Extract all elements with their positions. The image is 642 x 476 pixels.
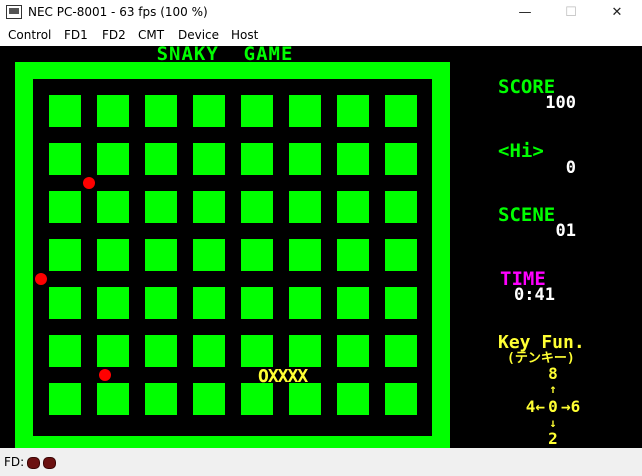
green-block [97,191,129,223]
green-block [145,95,177,127]
green-block [337,335,369,367]
green-block [289,95,321,127]
tenkey-label: (テンキー) [507,351,575,366]
green-block [145,287,177,319]
score-value: 100 [545,93,576,113]
green-block [289,383,321,415]
green-block [241,383,273,415]
menu-cmt[interactable]: CMT [138,28,164,42]
green-block [97,383,129,415]
title-bar[interactable]: NEC PC-8001 - 63 fps (100 %) — ☐ ✕ [0,0,642,26]
green-block [97,239,129,271]
green-block [97,287,129,319]
fd1-led-icon [27,457,40,469]
green-block [241,335,273,367]
green-block [385,239,417,271]
playfield [33,79,432,446]
green-block [385,191,417,223]
red-dot [35,273,47,285]
green-block [241,95,273,127]
green-block [193,239,225,271]
time-value: 0:41 [514,285,555,305]
status-bar: FD: [0,448,642,476]
green-block [97,335,129,367]
green-block [49,335,81,367]
fd2-led-icon [43,457,56,469]
green-block [289,191,321,223]
green-block [49,239,81,271]
green-block [337,191,369,223]
green-block [241,239,273,271]
green-block [145,335,177,367]
scene-label: SCENE [498,204,555,226]
green-block [385,287,417,319]
emulator-screen[interactable]: SNAKY GAME OXXXX SCORE 100 <Hi> 0 SCENE … [0,46,642,448]
green-block [385,143,417,175]
green-block [145,383,177,415]
green-block [145,143,177,175]
hi-value: 0 [566,158,576,178]
scene-value: 01 [556,221,576,241]
key-up: 8 [548,364,558,383]
green-block [49,95,81,127]
menu-control[interactable]: Control [8,28,51,42]
key-down: 2 [548,429,558,448]
menu-device[interactable]: Device [178,28,219,42]
app-icon [6,5,22,19]
emulator-window: NEC PC-8001 - 63 fps (100 %) — ☐ ✕ Contr… [0,0,642,476]
green-block [337,95,369,127]
key-right: →6 [561,397,580,416]
green-block [49,143,81,175]
green-block [241,191,273,223]
fd-label: FD: [4,455,25,469]
green-block [241,143,273,175]
green-block [49,191,81,223]
green-block [337,383,369,415]
red-dot [99,369,111,381]
green-block [193,95,225,127]
red-dot [83,177,95,189]
green-block [241,287,273,319]
green-block [193,143,225,175]
green-block [97,143,129,175]
green-block [385,383,417,415]
green-block [337,143,369,175]
green-block [145,239,177,271]
green-block [337,287,369,319]
green-block [193,191,225,223]
green-block [289,239,321,271]
green-block [385,335,417,367]
window-title: NEC PC-8001 - 63 fps (100 %) [28,5,208,19]
snake: OXXXX [258,366,308,387]
green-block [385,95,417,127]
green-block [97,95,129,127]
arrow-up-icon: ↑ [549,382,556,396]
hi-label: <Hi> [498,140,544,162]
minimize-button[interactable]: — [502,0,548,26]
green-block [49,383,81,415]
green-block [337,239,369,271]
arrow-down-icon: ↓ [549,416,556,430]
maximize-button[interactable]: ☐ [548,0,594,26]
keyfun-label: Key Fun. [498,332,585,353]
key-center: 0 [548,397,558,416]
menu-host[interactable]: Host [231,28,258,42]
menu-fd1[interactable]: FD1 [64,28,88,42]
game-canvas: SNAKY GAME OXXXX SCORE 100 <Hi> 0 SCENE … [15,46,585,448]
close-button[interactable]: ✕ [594,0,640,26]
playfield-bottom-border [15,436,450,448]
menu-fd2[interactable]: FD2 [102,28,126,42]
green-block [289,287,321,319]
green-block [289,335,321,367]
green-block [193,383,225,415]
menu-bar: Control FD1 FD2 CMT Device Host [0,26,642,46]
green-block [289,143,321,175]
green-block [193,287,225,319]
green-block [49,287,81,319]
green-block [145,191,177,223]
green-block [193,335,225,367]
key-left: 4← [526,397,546,416]
